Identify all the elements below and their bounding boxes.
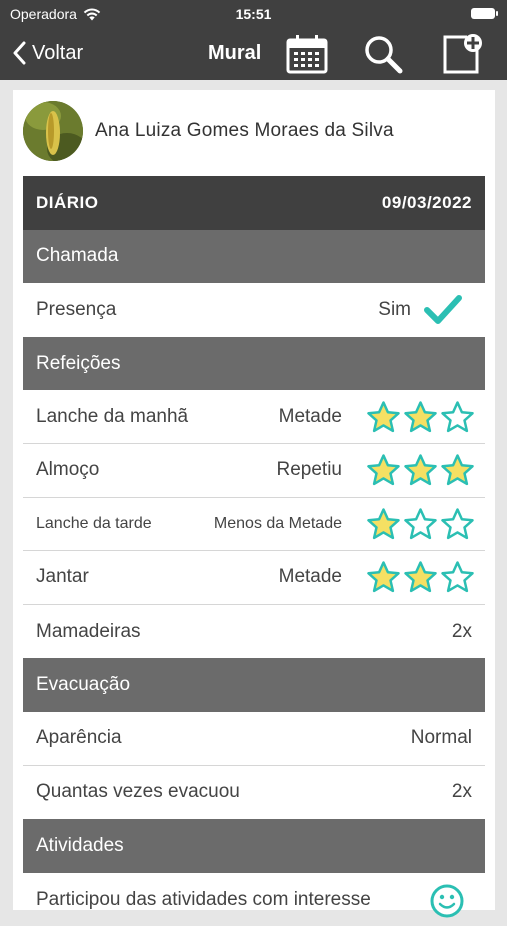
star-empty-icon xyxy=(441,400,474,432)
diary-table: DIÁRIO 09/03/2022 Chamada Presença Sim R… xyxy=(23,176,485,926)
checkmark-icon xyxy=(424,295,462,325)
meal-label: Almoço xyxy=(36,459,100,481)
mamadeiras-value: 2x xyxy=(451,620,472,642)
section-chamada: Chamada xyxy=(23,229,485,284)
page-title: Mural xyxy=(208,42,262,64)
meal-value: Repetiu xyxy=(276,459,343,481)
star-filled-icon xyxy=(367,508,400,540)
meal-row: Lanche da tarde Menos da Metade xyxy=(23,498,485,552)
meal-rating xyxy=(366,444,475,498)
top-bar: Operadora 15:51 Voltar Mural xyxy=(0,0,507,80)
student-name: Ana Luiza Gomes Moraes da Silva xyxy=(95,120,394,141)
star-filled-icon xyxy=(404,454,437,486)
aparencia-value: Normal xyxy=(410,727,472,749)
search-icon xyxy=(365,36,403,74)
meal-row: Jantar Metade xyxy=(23,551,485,605)
star-filled-icon xyxy=(404,400,437,432)
star-empty-icon xyxy=(441,561,474,593)
chevron-left-icon xyxy=(13,41,26,65)
search-button[interactable] xyxy=(361,32,405,76)
meal-label: Lanche da manhã xyxy=(36,405,189,427)
avatar xyxy=(23,101,83,161)
meal-rating xyxy=(366,498,475,552)
presenca-label: Presença xyxy=(36,298,117,320)
section-refeicoes: Refeições xyxy=(23,336,485,391)
mamadeiras-row: Mamadeiras 2x xyxy=(23,605,485,659)
star-empty-icon xyxy=(404,508,437,540)
mamadeiras-label: Mamadeiras xyxy=(36,620,141,642)
smiley-face-icon xyxy=(430,884,464,918)
meal-label: Jantar xyxy=(36,566,89,588)
section-atividades: Atividades xyxy=(23,819,485,873)
meal-rating xyxy=(366,390,475,444)
aparencia-row: Aparência Normal xyxy=(23,712,485,766)
diary-header: DIÁRIO 09/03/2022 xyxy=(23,176,485,230)
evacuacao-count-row: Quantas vezes evacuou 2x xyxy=(23,766,485,820)
navigation-bar: Voltar Mural xyxy=(0,28,507,80)
star-filled-icon xyxy=(367,400,400,432)
star-filled-icon xyxy=(441,454,474,486)
star-filled-icon xyxy=(367,561,400,593)
status-bar: Operadora 15:51 xyxy=(0,0,507,28)
section-title: Evacuação xyxy=(36,674,131,696)
calendar-button[interactable] xyxy=(285,32,329,76)
star-filled-icon xyxy=(404,561,437,593)
diary-title: DIÁRIO xyxy=(36,192,99,212)
meal-row: Almoço Repetiu xyxy=(23,444,485,498)
meal-row: Lanche da manhã Metade xyxy=(23,390,485,444)
aparencia-label: Aparência xyxy=(36,727,122,749)
status-time: 15:51 xyxy=(235,6,272,22)
meal-value: Metade xyxy=(278,405,342,427)
add-document-icon xyxy=(443,34,482,74)
meal-value: Metade xyxy=(278,566,342,588)
evacuacao-count-label: Quantas vezes evacuou xyxy=(36,781,240,803)
calendar-icon xyxy=(286,35,328,74)
section-title: Chamada xyxy=(36,245,119,267)
meal-value: Menos da Metade xyxy=(213,514,342,532)
diary-date: 09/03/2022 xyxy=(381,192,472,212)
atividade-row: Participou das atividades com interesse xyxy=(23,873,485,926)
back-label: Voltar xyxy=(32,41,84,64)
battery-icon xyxy=(471,8,498,19)
student-profile: Ana Luiza Gomes Moraes da Silva xyxy=(23,100,394,162)
star-empty-icon xyxy=(441,508,474,540)
section-title: Refeições xyxy=(36,352,121,374)
meal-rating xyxy=(366,551,475,605)
section-evacuacao: Evacuação xyxy=(23,658,485,712)
back-button[interactable]: Voltar xyxy=(12,38,83,68)
new-post-button[interactable] xyxy=(440,32,484,76)
star-filled-icon xyxy=(367,454,400,486)
presenca-row: Presença Sim xyxy=(23,283,485,337)
section-title: Atividades xyxy=(36,834,124,856)
evacuacao-count-value: 2x xyxy=(451,781,472,803)
diary-card: Ana Luiza Gomes Moraes da Silva DIÁRIO 0… xyxy=(13,90,495,918)
meal-label: Lanche da tarde xyxy=(36,514,152,532)
presenca-value: Sim xyxy=(378,298,411,320)
